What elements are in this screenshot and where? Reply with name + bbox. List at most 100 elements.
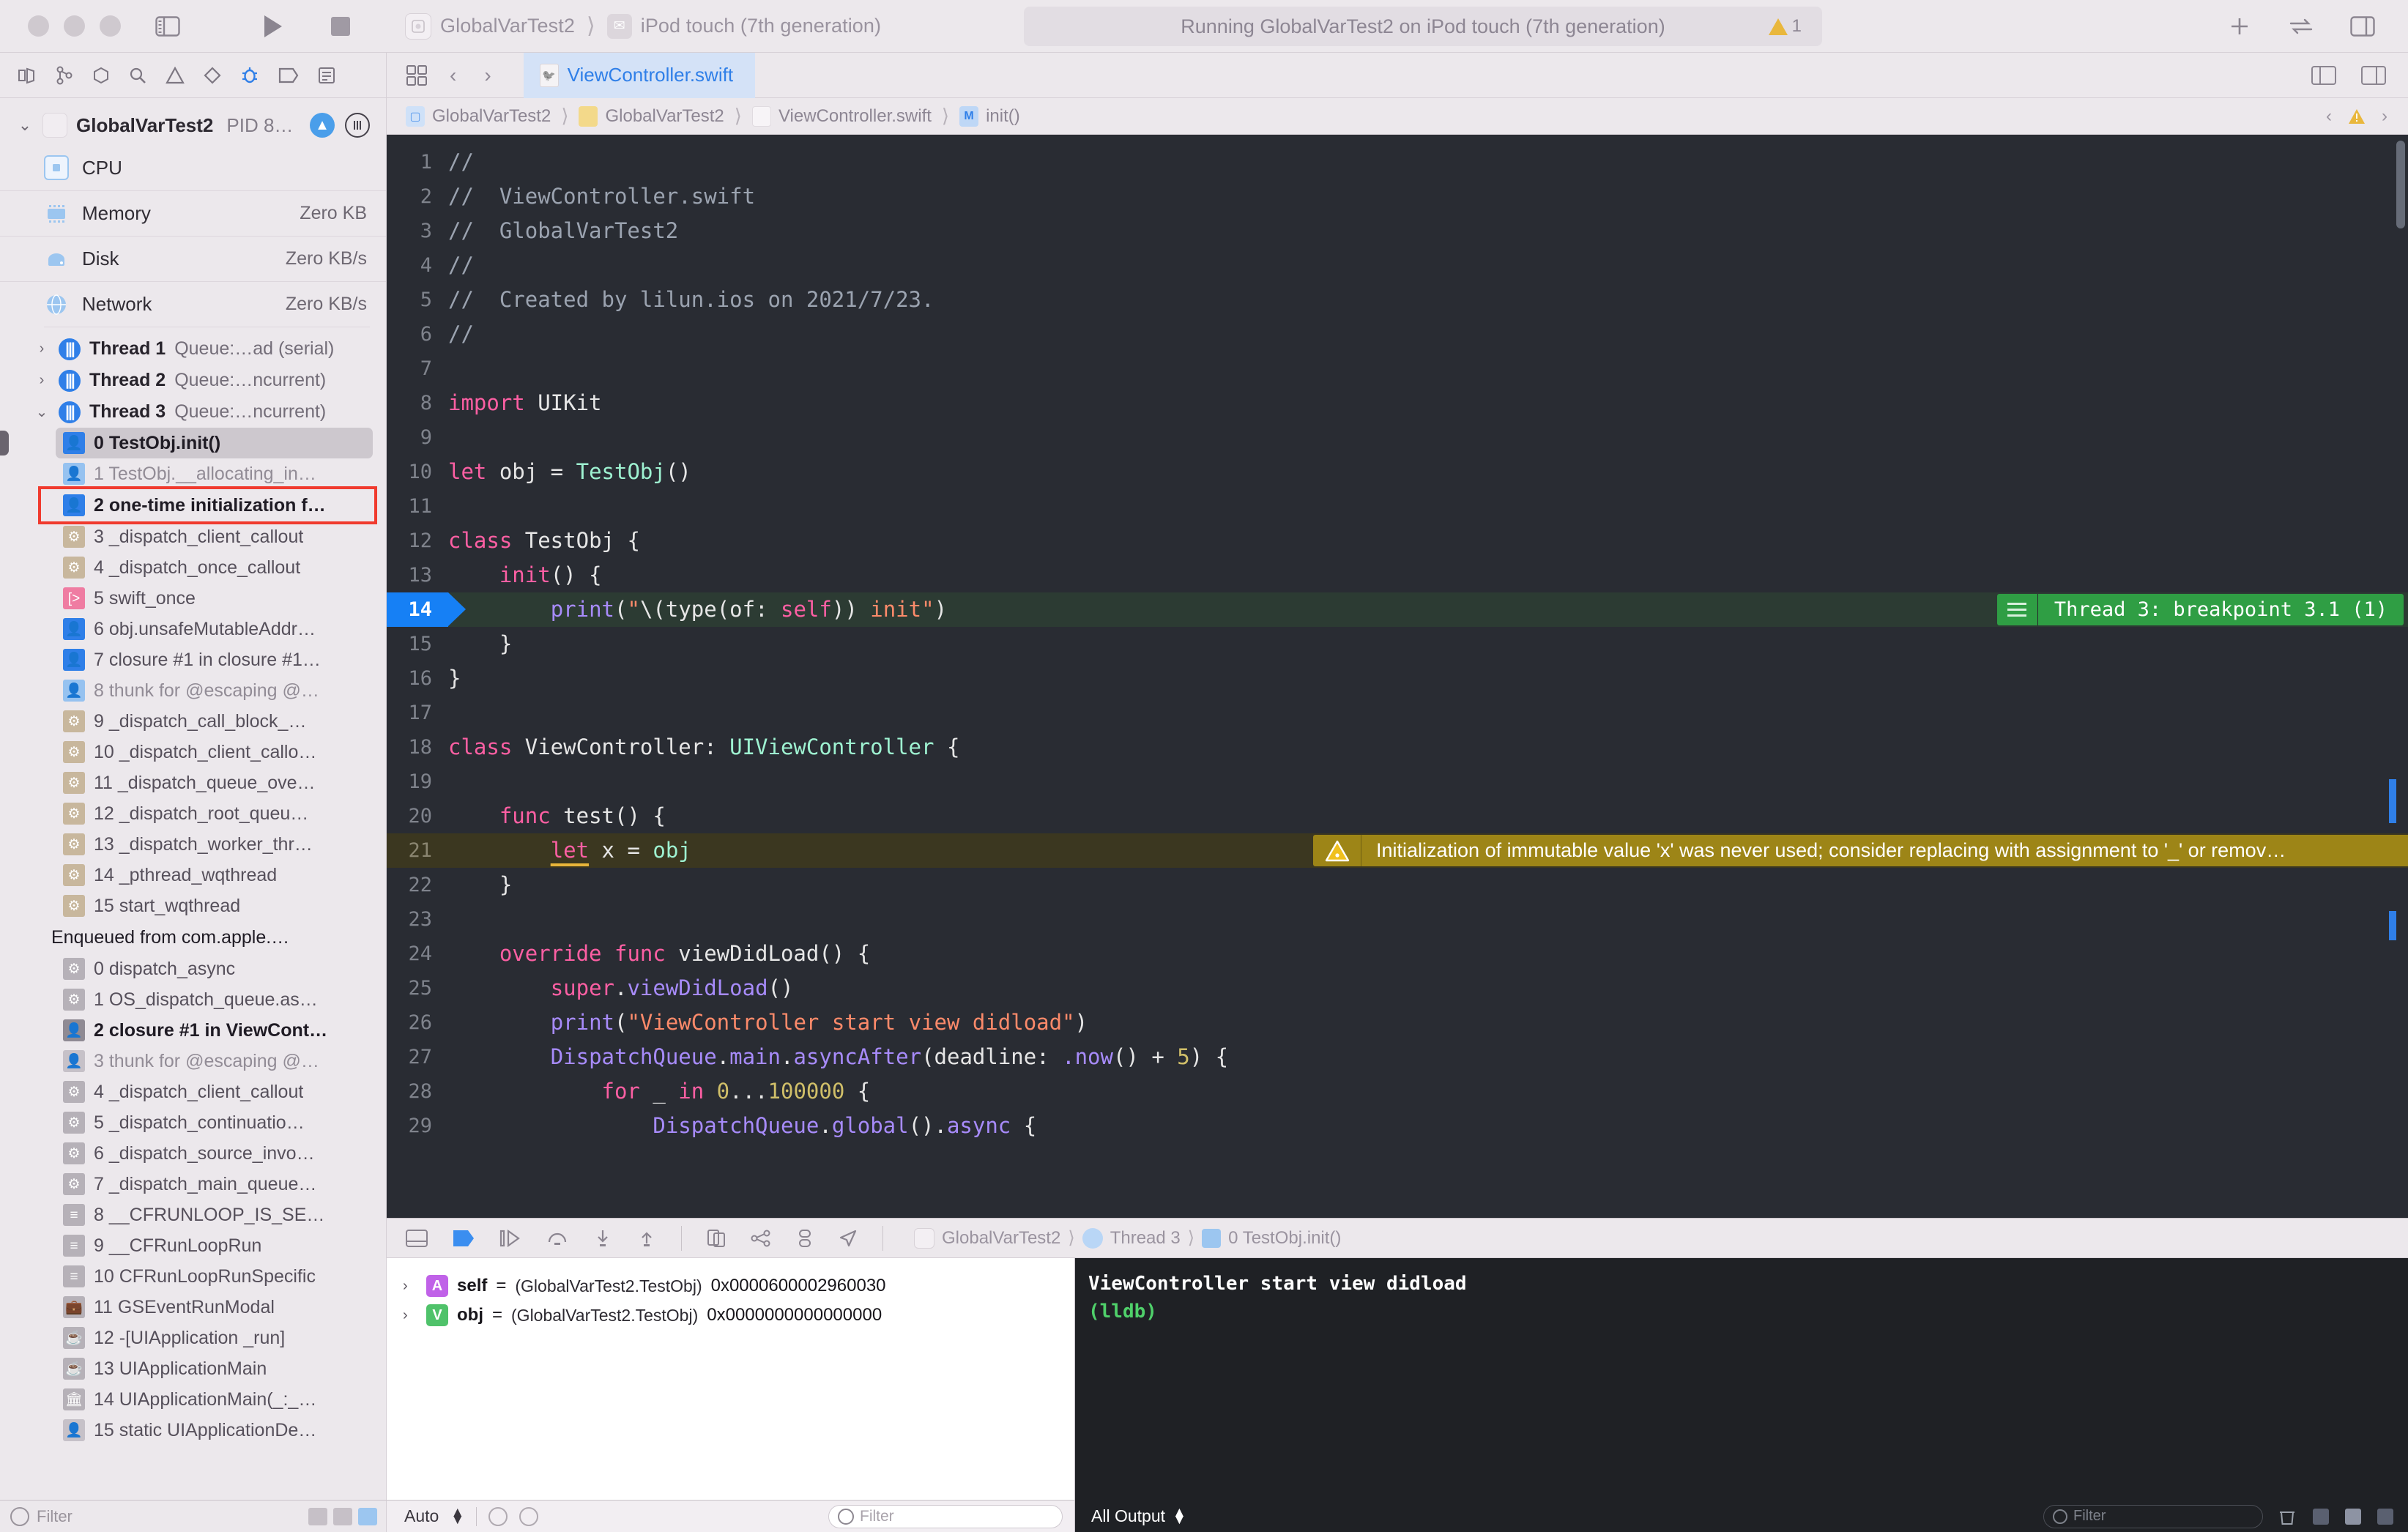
debug-memory-graph-icon[interactable]	[751, 1229, 771, 1248]
variables-filter-field[interactable]: Filter	[828, 1504, 1063, 1528]
stack-frame-row[interactable]: ⚙ 13 _dispatch_worker_thr…	[0, 829, 386, 860]
stack-frame-list[interactable]: 👤 0 TestObj.init() 👤 1 TestObj.__allocating…	[0, 428, 386, 921]
breakpoint-navigator-icon[interactable]	[278, 67, 299, 83]
go-back-button[interactable]: ‹	[444, 64, 462, 87]
line-number[interactable]: 18	[387, 730, 448, 765]
toggle-navigator-icon[interactable]	[152, 10, 184, 42]
code-lines[interactable]: 1//2// ViewController.swift 3// GlobalVar…	[387, 135, 2408, 1218]
line-number[interactable]: 7	[387, 352, 448, 386]
zoom-window-button[interactable]	[100, 15, 121, 37]
line-number[interactable]: 27	[387, 1040, 448, 1074]
code-line[interactable]: 16}	[387, 661, 2408, 696]
step-over-icon[interactable]	[546, 1229, 568, 1248]
editor-scrollbar[interactable]	[2396, 141, 2405, 228]
watch-variable-icon[interactable]	[488, 1506, 508, 1526]
symbol-navigator-icon[interactable]	[92, 67, 110, 84]
stack-frame-row[interactable]: ≡ 8 __CFRUNLOOP_IS_SE…	[0, 1200, 386, 1230]
show-console-view-icon[interactable]	[2377, 1508, 2393, 1525]
variable-row-obj[interactable]: › V obj = (GlobalVarTest2.TestObj) 0x000…	[387, 1301, 1074, 1330]
stack-frame-row[interactable]: ⚙ 0 dispatch_async	[0, 953, 386, 984]
debug-navigator-icon[interactable]	[240, 66, 259, 85]
next-issue-icon[interactable]: ›	[2382, 106, 2387, 127]
show-both-views-icon[interactable]	[2345, 1508, 2361, 1525]
warning-annotation[interactable]: Initialization of immutable value 'x' wa…	[1313, 835, 2408, 866]
code-line[interactable]: 20 func test() {	[387, 799, 2408, 833]
debug-navigator-content[interactable]: ⌄ GlobalVarTest2 PID 8… ▲ CPU Memory Zer…	[0, 98, 386, 1500]
scheme-selector[interactable]: GlobalVarTest2 ⟩ ✉ iPod touch (7th gener…	[405, 12, 881, 40]
console-scope-stepper-icon[interactable]: ▲ ▼	[1173, 1506, 1186, 1527]
stack-frame-row[interactable]: 👤 3 thunk for @escaping @…	[0, 1046, 386, 1077]
code-line[interactable]: 9	[387, 420, 2408, 455]
stack-frame-row[interactable]: 👤 2 closure #1 in ViewCont…	[0, 1015, 386, 1046]
report-navigator-icon[interactable]	[318, 67, 335, 84]
close-window-button[interactable]	[28, 15, 49, 37]
thread-row-3[interactable]: ⌄ ||| Thread 3 Queue:…ncurrent)	[0, 396, 386, 428]
line-number[interactable]: 11	[387, 489, 448, 524]
line-number[interactable]: 13	[387, 558, 448, 592]
line-number[interactable]: 19	[387, 765, 448, 799]
toggle-debug-area-icon[interactable]	[406, 1229, 428, 1247]
variable-scope-stepper-icon[interactable]: ▲ ▼	[450, 1506, 464, 1527]
navigator-filter-toggles[interactable]	[308, 1507, 386, 1525]
code-line[interactable]: 12 class TestObj {	[387, 524, 2408, 558]
code-line[interactable]: 6//	[387, 317, 2408, 352]
stack-frame-row[interactable]: 👤 6 obj.unsafeMutableAddr…	[0, 614, 386, 644]
console-view[interactable]: ViewController start view didload (lldb)	[1075, 1258, 2408, 1500]
stack-frame-row[interactable]: ⚙ 6 _dispatch_source_invo…	[0, 1138, 386, 1169]
code-review-icon[interactable]	[2285, 10, 2317, 42]
thread-row-2[interactable]: › ||| Thread 2 Queue:…ncurrent)	[0, 365, 386, 396]
previous-issue-icon[interactable]: ‹	[2326, 106, 2332, 127]
code-line[interactable]: 22 }	[387, 868, 2408, 902]
minimize-window-button[interactable]	[64, 15, 85, 37]
line-number[interactable]: 22	[387, 868, 448, 902]
variables-view[interactable]: › A self = (GlobalVarTest2.TestObj) 0x00…	[387, 1258, 1075, 1500]
stack-frame-row[interactable]: ⚙ 1 OS_dispatch_queue.as…	[0, 984, 386, 1015]
line-number[interactable]: 20	[387, 799, 448, 833]
stack-frame-row[interactable]: 👤 0 TestObj.init()	[0, 428, 373, 458]
code-line[interactable]: 4//	[387, 248, 2408, 283]
stack-frame-row[interactable]: ⚙ 10 _dispatch_client_callo…	[0, 737, 386, 767]
code-line[interactable]: 10 let obj = TestObj()	[387, 455, 2408, 489]
filter-toggle-icon[interactable]	[333, 1507, 352, 1525]
stack-frame-row[interactable]: 👤 2 one-time initialization f…	[38, 486, 377, 524]
stack-frame-row[interactable]: 👤 15 static UIApplicationDe…	[0, 1415, 386, 1446]
line-number[interactable]: 8	[387, 386, 448, 420]
find-navigator-icon[interactable]	[129, 67, 146, 84]
stack-frame-row[interactable]: ⚙ 12 _dispatch_root_queu…	[0, 798, 386, 829]
line-number[interactable]: 17	[387, 696, 448, 730]
line-number[interactable]: 28	[387, 1074, 448, 1109]
gauge-row-memory[interactable]: Memory Zero KB	[0, 190, 386, 236]
line-number[interactable]: 3	[387, 214, 448, 248]
code-line[interactable]: 24 override func viewDidLoad() {	[387, 937, 2408, 971]
chevron-right-icon[interactable]: ›	[34, 341, 50, 357]
code-line[interactable]: 3// GlobalVarTest2	[387, 214, 2408, 248]
stack-frame-row[interactable]: ⚙ 14 _pthread_wqthread	[0, 860, 386, 890]
code-line[interactable]: 17	[387, 696, 2408, 730]
variable-row-self[interactable]: › A self = (GlobalVarTest2.TestObj) 0x00…	[387, 1271, 1074, 1301]
code-line[interactable]: 21 let x = obj Initialization of immutabl…	[387, 833, 2408, 868]
source-control-navigator-icon[interactable]	[56, 66, 73, 85]
breadcrumb-group[interactable]: GlobalVarTest2	[579, 105, 724, 127]
stack-frame-row[interactable]: ⚙ 5 _dispatch_continuatio…	[0, 1107, 386, 1138]
clear-console-icon[interactable]	[2279, 1508, 2297, 1525]
stack-frame-row[interactable]: 👤 8 thunk for @escaping @…	[0, 675, 386, 706]
chevron-right-icon[interactable]: ›	[34, 372, 50, 389]
code-line[interactable]: 5// Created by lilun.ios on 2021/7/23.	[387, 283, 2408, 317]
issue-navigator-icon[interactable]	[166, 66, 185, 84]
test-navigator-icon[interactable]	[204, 66, 221, 84]
stack-frame-row[interactable]: ⚙ 9 _dispatch_call_block_…	[0, 706, 386, 737]
code-line[interactable]: 1//	[387, 145, 2408, 179]
jump-bar[interactable]: ▢ GlobalVarTest2 ⟩ GlobalVarTest2 ⟩ View…	[387, 98, 2408, 135]
console-scope-label[interactable]: All Output	[1091, 1506, 1165, 1526]
line-number[interactable]: 6	[387, 317, 448, 352]
line-number[interactable]: 10	[387, 455, 448, 489]
navigator-selector-bar[interactable]	[0, 53, 387, 97]
deactivate-breakpoints-icon[interactable]	[453, 1230, 475, 1247]
stack-frame-row[interactable]: 🏛 14 UIApplicationMain(_:_…	[0, 1384, 386, 1415]
line-number[interactable]: 15	[387, 627, 448, 661]
line-number[interactable]: 5	[387, 283, 448, 317]
gauge-icon[interactable]: ▲	[310, 113, 335, 138]
gauge-row-network[interactable]: Network Zero KB/s	[0, 281, 386, 327]
add-editor-icon[interactable]	[2361, 65, 2386, 85]
step-into-icon[interactable]	[593, 1229, 612, 1248]
